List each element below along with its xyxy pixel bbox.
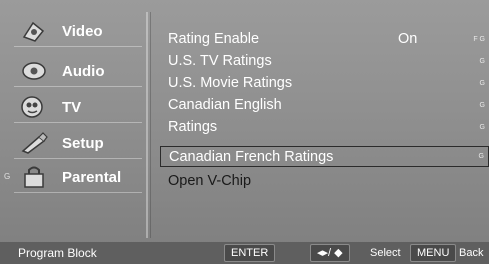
parental-marker: G — [4, 172, 11, 181]
menu-row-label: Ratings — [168, 119, 218, 135]
sidebar-item-label: Parental — [62, 168, 122, 186]
setup-icon — [14, 130, 54, 156]
select-hint-label: Select — [370, 247, 401, 259]
navigate-keys-hint[interactable]: ◂▸/ ◆ — [310, 244, 350, 262]
tv-icon — [14, 94, 54, 120]
sidebar-item-label: TV — [62, 98, 82, 116]
parental-lock-icon — [14, 164, 54, 190]
menu-row-label: U.S. TV Ratings — [168, 53, 272, 69]
back-hint-label: Back — [459, 247, 484, 259]
menu-row-label: Open V-Chip — [168, 173, 252, 189]
menu-row-rating-enable[interactable]: Rating Enable On F G — [160, 28, 489, 50]
sidebar-item-audio[interactable]: Audio — [14, 56, 142, 87]
video-icon — [14, 18, 54, 44]
menu-row-edge: G — [479, 57, 485, 65]
sidebar-item-parental[interactable]: Parental — [14, 162, 142, 193]
sidebar: Video Audio TV Setup Parental — [0, 10, 146, 238]
program-block-title: Program Block — [18, 246, 97, 260]
help-bar: Program Block ENTER ◂▸/ ◆ Select MENU Ba… — [0, 242, 489, 264]
menu-row-edge: G — [479, 123, 485, 131]
menu-row-label: Canadian French Ratings — [169, 148, 334, 165]
menu-row-open-v-chip[interactable]: Open V-Chip — [160, 170, 489, 192]
menu-row-edge: G — [479, 101, 485, 109]
audio-icon — [14, 58, 54, 84]
sidebar-item-label: Setup — [62, 134, 104, 152]
sidebar-divider — [146, 12, 148, 238]
menu-row-edge: G — [478, 153, 484, 160]
sidebar-item-video[interactable]: Video — [14, 16, 142, 47]
menu-row-value: On — [398, 31, 418, 47]
menu-key-hint[interactable]: MENU — [410, 244, 457, 262]
menu-row-edge: G — [479, 79, 485, 87]
menu-row-label: U.S. Movie Ratings — [168, 75, 293, 91]
tv-menu-screen: Video Audio TV Setup Parental G Rating E… — [0, 0, 489, 264]
menu-row-label: Rating Enable — [168, 31, 260, 47]
sidebar-item-label: Audio — [62, 62, 105, 80]
sidebar-item-setup[interactable]: Setup — [14, 128, 142, 159]
menu-row-ratings[interactable]: Ratings G — [160, 116, 489, 138]
menu-row-us-movie-ratings[interactable]: U.S. Movie Ratings G — [160, 72, 489, 94]
enter-key-hint[interactable]: ENTER — [224, 244, 276, 262]
menu-row-canadian-english[interactable]: Canadian English G — [160, 94, 489, 116]
menu-row-label: Canadian English — [168, 97, 282, 113]
menu-row-us-tv-ratings[interactable]: U.S. TV Ratings G — [160, 50, 489, 72]
sidebar-item-tv[interactable]: TV — [14, 92, 142, 123]
menu-row-canadian-french-ratings[interactable]: Canadian French Ratings G — [160, 146, 489, 167]
menu-row-edge: F G — [473, 35, 485, 43]
sidebar-divider-shadow — [150, 12, 151, 238]
sidebar-item-label: Video — [62, 22, 103, 40]
